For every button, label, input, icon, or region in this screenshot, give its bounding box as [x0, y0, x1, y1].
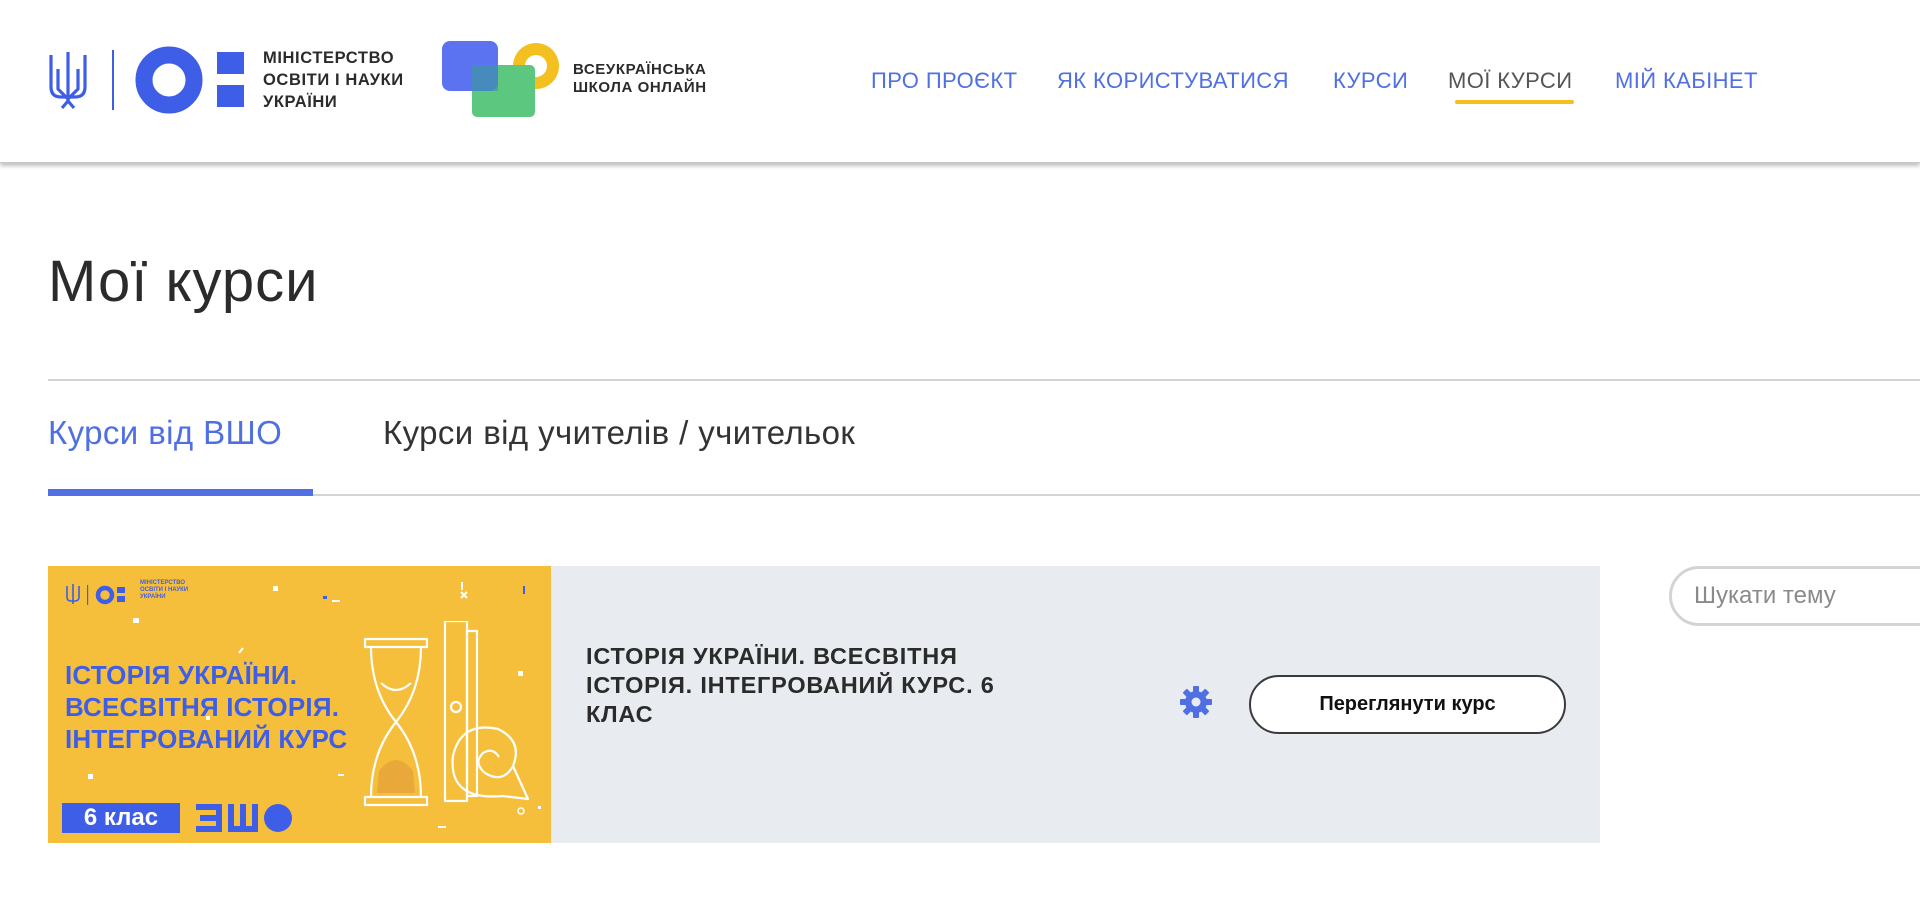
ministry-logo-line: МІНІСТЕРСТВО — [263, 49, 395, 67]
nav-item-courses[interactable]: КУРСИ — [1333, 68, 1408, 94]
hourglass-book-shell-illustration — [363, 621, 530, 807]
course-thumbnail[interactable]: МІНІСТЕРСТВО ОСВІТИ І НАУКИ УКРАЇНИ ІСТО… — [48, 566, 551, 843]
tab-active-indicator — [48, 489, 313, 496]
thumbnail-title-line: ВСЕСВІТНЯ ІСТОРІЯ. — [65, 692, 340, 722]
nav-item-about[interactable]: ПРО ПРОЄКТ — [871, 68, 1017, 94]
course-title: ІСТОРІЯ УКРАЇНИ. ВСЕСВІТНЯ ІСТОРІЯ. ІНТЕ… — [586, 643, 995, 727]
thumbnail-grade-badge: 6 клас — [62, 803, 180, 833]
nav-item-how-to-use[interactable]: ЯК КОРИСТУВАТИСЯ — [1057, 68, 1289, 94]
nav-item-my-courses[interactable]: МОЇ КУРСИ — [1448, 68, 1572, 94]
nav-active-indicator — [1455, 100, 1574, 104]
thumbnail-ministry-text: МІНІСТЕРСТВО ОСВІТИ І НАУКИ УКРАЇНИ — [140, 580, 188, 601]
thumbnail-ministry-line: ОСВІТИ І НАУКИ — [140, 587, 189, 593]
course-card: МІНІСТЕРСТВО ОСВІТИ І НАУКИ УКРАЇНИ ІСТО… — [48, 566, 1600, 843]
thumbnail-title: ІСТОРІЯ УКРАЇНИ. ВСЕСВІТНЯ ІСТОРІЯ. ІНТЕ… — [65, 659, 347, 755]
view-course-button[interactable]: Переглянути курс — [1249, 675, 1566, 734]
search-input[interactable] — [1669, 566, 1920, 626]
site-header: МІНІСТЕРСТВО ОСВІТИ І НАУКИ УКРАЇНИ ВСЕУ… — [0, 0, 1920, 163]
tab-teacher-courses[interactable]: Курси від учителів / учительок — [383, 414, 855, 452]
main-nav: ПРО ПРОЄКТ ЯК КОРИСТУВАТИСЯ КУРСИ МОЇ КУ… — [0, 68, 1920, 108]
thumbnail-ministry-line: МІНІСТЕРСТВО — [140, 580, 186, 586]
tabs-divider — [48, 494, 1920, 496]
gear-icon[interactable] — [1179, 685, 1213, 719]
thumbnail-vsho-logo-icon — [196, 804, 292, 832]
page-title: Мої курси — [48, 249, 319, 314]
tab-vsho-courses[interactable]: Курси від ВШО — [48, 414, 282, 452]
thumbnail-ministry-line: УКРАЇНИ — [140, 594, 166, 600]
thumbnail-title-line: ІСТОРІЯ УКРАЇНИ. — [65, 660, 298, 690]
nav-item-my-cabinet[interactable]: МІЙ КАБІНЕТ — [1615, 68, 1758, 94]
thumbnail-title-line: ІНТЕГРОВАНИЙ КУРС — [65, 724, 348, 754]
divider — [48, 379, 1920, 381]
